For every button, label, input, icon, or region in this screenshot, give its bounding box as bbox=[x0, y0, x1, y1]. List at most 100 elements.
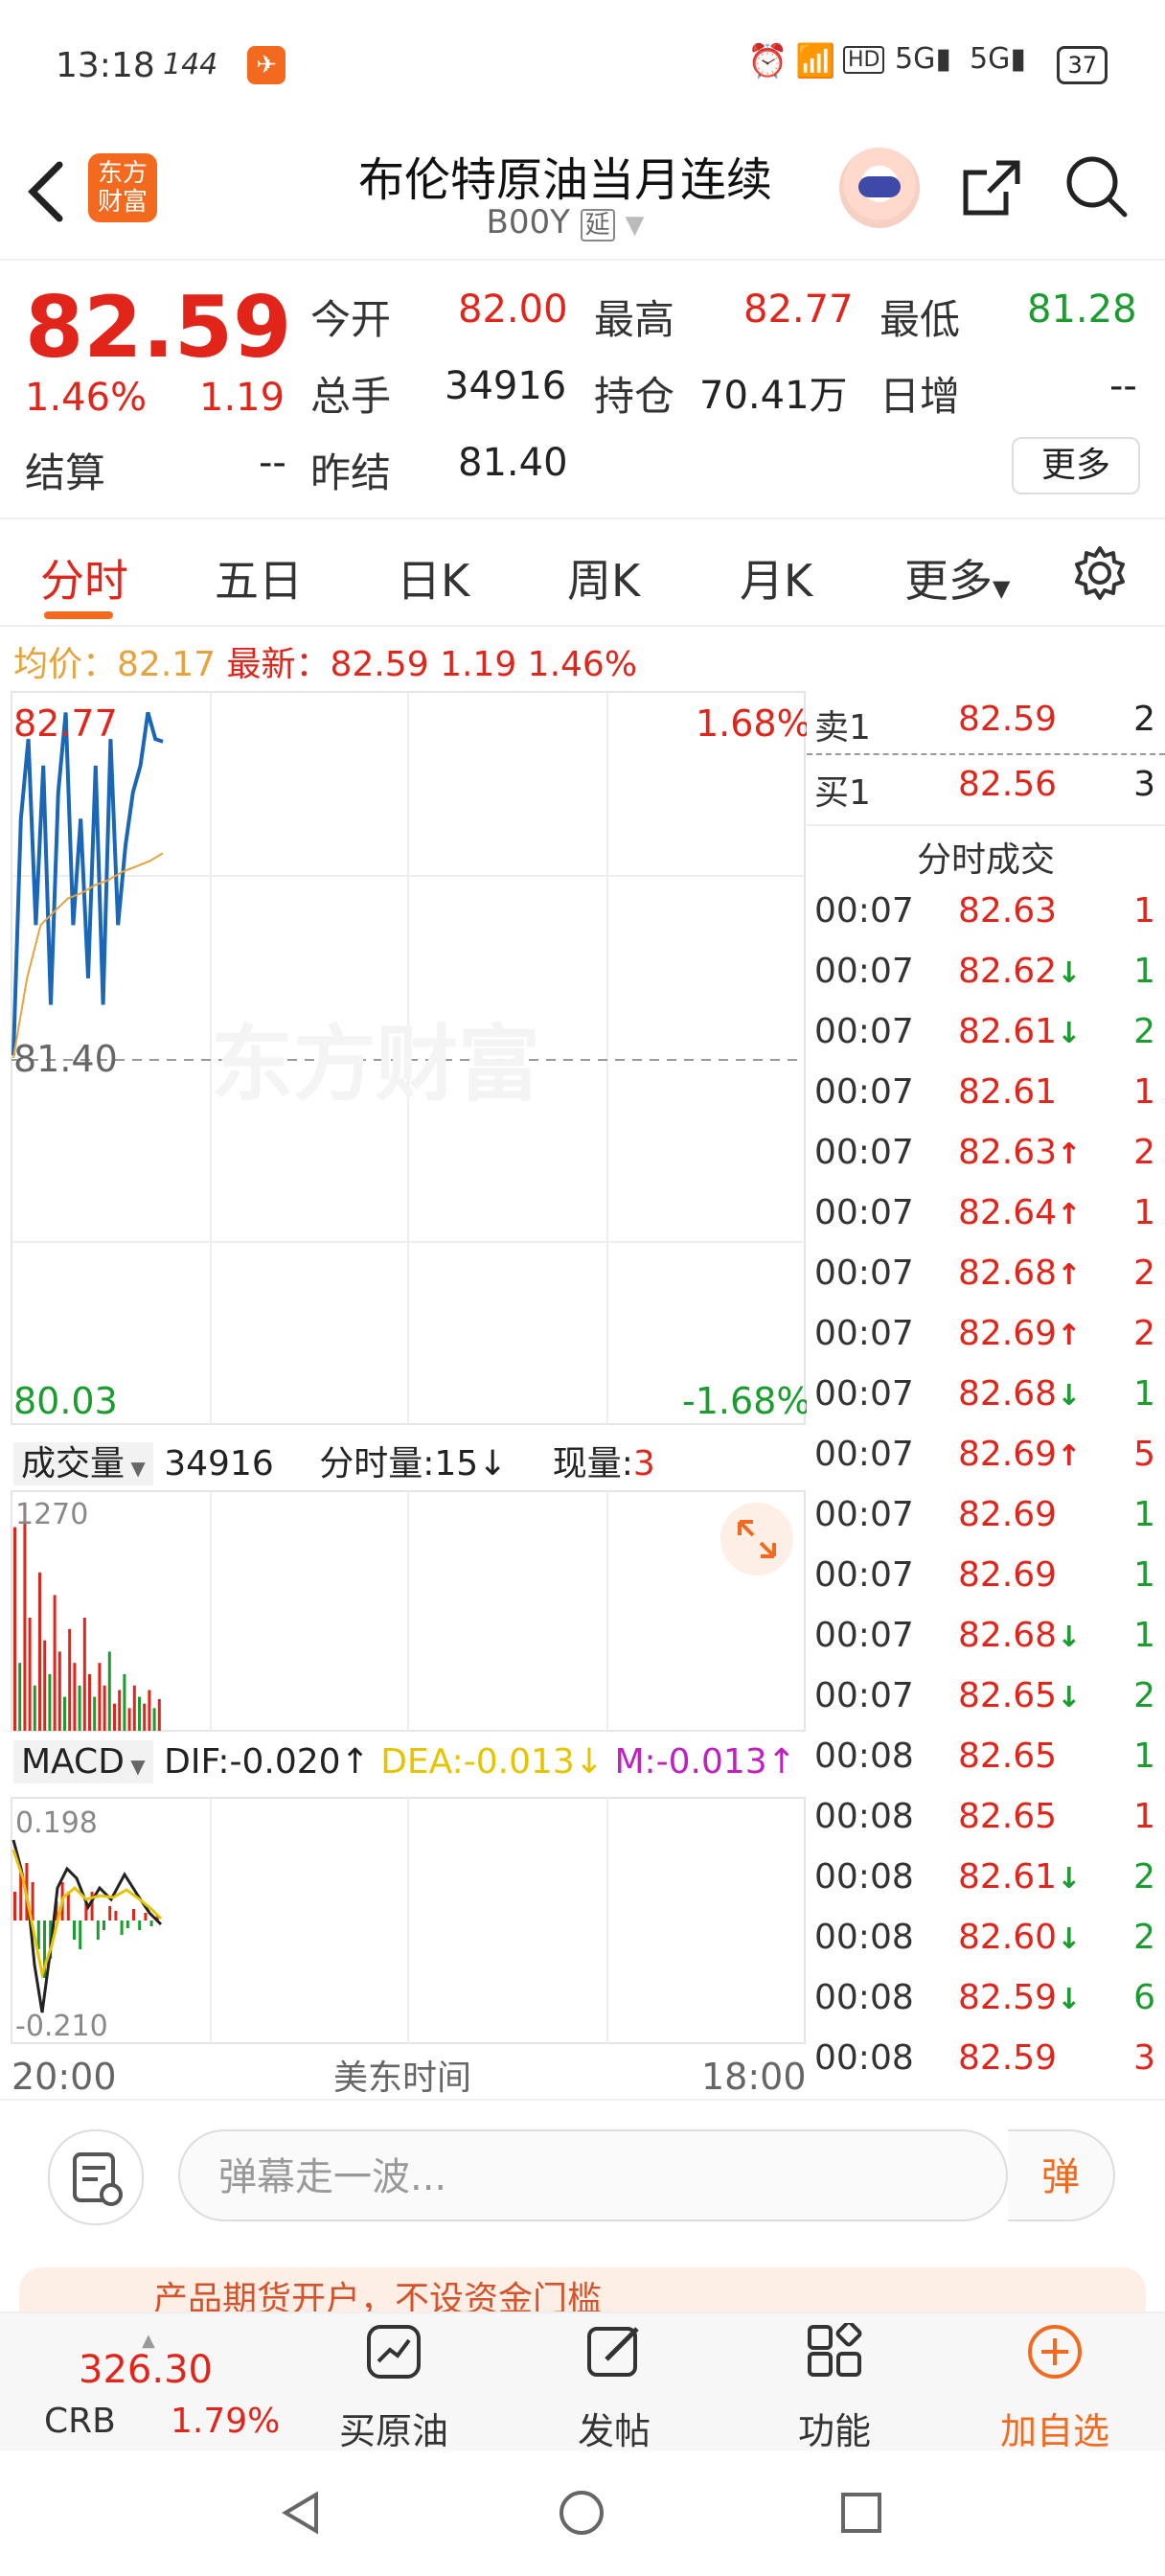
trade-time: 00:07 bbox=[814, 891, 914, 931]
volume-selector[interactable]: 成交量 ▼ bbox=[13, 1442, 153, 1485]
trade-price: 82.68↓ bbox=[958, 1374, 1081, 1414]
trade-volume: 2 bbox=[1133, 1314, 1155, 1353]
trade-time: 00:07 bbox=[814, 1133, 914, 1172]
volume-legend: 成交量 ▼ 34916 分时量:15↓ 现量:3 bbox=[13, 1436, 807, 1485]
danmu-settings-button[interactable] bbox=[48, 2129, 144, 2225]
trade-volume: 1 bbox=[1133, 1193, 1155, 1232]
tab-more[interactable]: 更多▼ bbox=[904, 546, 1010, 610]
app-logo: 东方 财富 bbox=[88, 153, 157, 222]
macd-bar bbox=[73, 1920, 76, 1940]
trade-volume: 2 bbox=[1133, 1254, 1155, 1293]
trade-price: 82.59↓ bbox=[958, 1978, 1081, 2017]
volume-bar bbox=[148, 1690, 151, 1731]
header: 东方 财富 布伦特原油当月连续 B00Y 延 ▼ bbox=[0, 134, 1165, 261]
macd-bar bbox=[66, 1892, 70, 1920]
trade-volume: 3 bbox=[1133, 2038, 1155, 2078]
trade-tick-row: 00:07 82.69 1 bbox=[807, 1495, 1165, 1554]
ask-label: 卖1 bbox=[814, 708, 871, 748]
trade-price-value: 82.68 bbox=[958, 1254, 1058, 1293]
volume-bar bbox=[118, 1690, 122, 1731]
volume-bar bbox=[48, 1674, 52, 1731]
back-button[interactable] bbox=[23, 153, 71, 245]
recents-square-icon[interactable] bbox=[837, 2489, 885, 2537]
macd-bar bbox=[13, 1892, 16, 1920]
settle-value: -- bbox=[259, 441, 286, 485]
trade-price-value: 82.65 bbox=[958, 1736, 1058, 1776]
vol-max-label: 1270 bbox=[15, 1498, 88, 1531]
nav-functions[interactable]: 功能 bbox=[753, 2313, 916, 2452]
trade-time: 00:08 bbox=[814, 2038, 914, 2078]
open-value: 82.00 bbox=[458, 288, 568, 332]
ai-assistant-icon[interactable] bbox=[839, 148, 920, 228]
crb-index[interactable]: 326.30 ▲ CRB 1.79% bbox=[19, 2313, 287, 2452]
trade-price-value: 82.64 bbox=[958, 1193, 1058, 1232]
macd-selector[interactable]: MACD ▼ bbox=[13, 1740, 153, 1783]
danmu-input[interactable]: 弹幕走一波... bbox=[178, 2129, 1008, 2221]
share-button[interactable] bbox=[958, 153, 1025, 220]
trade-tick-row: 00:08 82.59 3 bbox=[807, 2038, 1165, 2098]
contract-code-text: B00Y bbox=[486, 203, 570, 242]
volume-bar bbox=[123, 1674, 126, 1731]
volume-bar bbox=[63, 1696, 66, 1731]
trade-direction-arrow: ↑ bbox=[1057, 1138, 1082, 1171]
battery-icon: 37 bbox=[1057, 46, 1108, 84]
ask-volume: 2 bbox=[1133, 700, 1155, 739]
trade-price: 82.61 bbox=[958, 1072, 1057, 1112]
trade-price-value: 82.68 bbox=[958, 1374, 1058, 1414]
danmu-toggle-button[interactable]: 弹 bbox=[1008, 2129, 1115, 2221]
volume-selector-label: 成交量 bbox=[21, 1444, 126, 1484]
intraday-chart[interactable]: 东方财富 82.77 1.68% 81.40 80.03 -1.68% 1270… bbox=[0, 690, 807, 2099]
tab-daily-k[interactable]: 日K bbox=[397, 546, 469, 610]
note-settings-icon bbox=[73, 2152, 123, 2206]
settings-button[interactable] bbox=[1071, 544, 1129, 602]
trade-tick-row: 00:07 82.69↑ 2 bbox=[807, 1314, 1165, 1373]
trade-price-value: 82.59 bbox=[958, 1978, 1058, 2017]
tab-weekly-k[interactable]: 周K bbox=[567, 546, 640, 610]
trade-volume: 2 bbox=[1133, 1857, 1155, 1897]
tab-monthly-k[interactable]: 月K bbox=[740, 546, 812, 610]
trade-tick-row: 00:07 82.63 1 bbox=[807, 891, 1165, 951]
nav-buy-oil[interactable]: 买原油 bbox=[312, 2313, 475, 2452]
nav-add-watchlist[interactable]: 加自选 bbox=[973, 2313, 1136, 2452]
trade-price-value: 82.69 bbox=[958, 1495, 1058, 1534]
trade-price: 82.63↑ bbox=[958, 1133, 1081, 1172]
search-button[interactable] bbox=[1063, 153, 1131, 220]
crb-label: CRB bbox=[44, 2402, 116, 2441]
volume-bar bbox=[152, 1708, 156, 1731]
trade-price-value: 82.69 bbox=[958, 1314, 1058, 1353]
trade-tick-row: 00:07 82.68↓ 1 bbox=[807, 1616, 1165, 1675]
trade-price-value: 82.68 bbox=[958, 1616, 1058, 1655]
quote-panel: 82.59 1.46% 1.19 今开 82.00 最高 82.77 最低 81… bbox=[0, 259, 1165, 519]
more-button[interactable]: 更多 bbox=[1012, 437, 1140, 494]
volume-bar bbox=[103, 1685, 106, 1731]
back-triangle-icon[interactable] bbox=[278, 2489, 326, 2537]
arrow-up-icon: ↑ bbox=[766, 1742, 796, 1782]
trade-volume: 1 bbox=[1133, 1072, 1155, 1112]
volume-bar bbox=[13, 1527, 16, 1731]
trade-price-value: 82.63 bbox=[958, 1133, 1058, 1172]
y-high-label: 82.77 bbox=[13, 702, 118, 745]
comment-bar: 弹幕走一波... 弹 bbox=[0, 2099, 1165, 2264]
low-value: 81.28 bbox=[1027, 288, 1137, 332]
tab-five-day[interactable]: 五日 bbox=[215, 546, 303, 610]
expand-button bbox=[720, 1503, 793, 1576]
signal-icon-1: 5G▮ bbox=[895, 42, 951, 76]
contract-code[interactable]: B00Y 延 ▼ bbox=[402, 203, 728, 242]
page-title: 布伦特原油当月连续 bbox=[357, 153, 772, 207]
trade-time: 00:07 bbox=[814, 1495, 914, 1534]
open-label: 今开 bbox=[310, 296, 392, 343]
tab-intraday[interactable]: 分时 bbox=[40, 546, 128, 610]
macd-bar bbox=[120, 1920, 124, 1935]
home-circle-icon[interactable] bbox=[558, 2489, 605, 2537]
trade-ticks-panel[interactable]: 卖1 82.59 2 买1 82.56 3 分时成交 00:07 82.63 1 00… bbox=[807, 690, 1165, 2099]
y-low-pct: -1.68% bbox=[682, 1380, 807, 1422]
trade-time: 00:07 bbox=[814, 1072, 914, 1112]
nav-post[interactable]: 发帖 bbox=[533, 2313, 696, 2452]
position-value: 70.41万 bbox=[699, 374, 848, 418]
trade-volume: 1 bbox=[1133, 1374, 1155, 1414]
trade-tick-row: 00:08 82.59↓ 6 bbox=[807, 1978, 1165, 2037]
ask-row: 卖1 82.59 2 bbox=[807, 700, 1165, 759]
volume-bar bbox=[28, 1618, 32, 1731]
crb-value: 326.30 bbox=[79, 2348, 213, 2392]
promo-banner[interactable]: 产品期货开户，不设资金门槛 bbox=[19, 2267, 1146, 2313]
